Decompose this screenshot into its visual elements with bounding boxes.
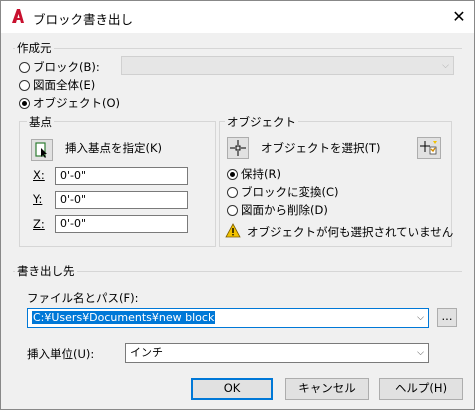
help-button[interactable]: ヘルプ(H) bbox=[379, 378, 463, 400]
pick-point-button[interactable] bbox=[31, 139, 53, 161]
file-path-combo[interactable]: C:¥Users¥Documents¥new block ⌵ bbox=[27, 308, 429, 328]
radio-retain-label: 保持(R) bbox=[241, 167, 281, 181]
radio-entire-drawing[interactable]: 図面全体(E) bbox=[19, 77, 95, 93]
y-field[interactable]: 0'-0" bbox=[55, 191, 188, 209]
radio-objects-circle bbox=[19, 97, 30, 109]
title-bar: ブロック書き出し ✕ bbox=[1, 1, 474, 33]
ok-button[interactable]: OK bbox=[191, 378, 273, 400]
radio-retain[interactable]: 保持(R) bbox=[227, 166, 281, 182]
radio-block[interactable]: ブロック(B): bbox=[19, 59, 100, 75]
insert-units-value: インチ bbox=[130, 346, 163, 359]
y-label: Y: bbox=[33, 192, 43, 206]
pick-point-icon bbox=[35, 142, 47, 158]
select-objects-label: オブジェクトを選択(T) bbox=[261, 141, 381, 155]
destination-group-label: 書き出し先 bbox=[15, 263, 77, 279]
radio-convert-circle bbox=[227, 186, 238, 198]
quick-select-icon bbox=[420, 141, 437, 155]
z-field[interactable]: 0'-0" bbox=[55, 215, 188, 233]
basepoint-group-label: 基点 bbox=[27, 114, 54, 130]
radio-delete-from-drawing[interactable]: 図面から削除(D) bbox=[227, 202, 328, 218]
radio-objects-label: オブジェクト(O) bbox=[33, 96, 121, 110]
radio-entire-drawing-circle bbox=[19, 79, 30, 91]
block-name-combo[interactable]: ⌵ bbox=[121, 56, 454, 75]
chevron-down-icon: ⌵ bbox=[442, 61, 449, 71]
quick-select-button[interactable] bbox=[417, 137, 441, 159]
source-group-label: 作成元 bbox=[15, 40, 54, 56]
file-path-label: ファイル名とパス(F): bbox=[27, 291, 139, 305]
x-field[interactable]: 0'-0" bbox=[55, 167, 188, 185]
browse-button[interactable]: ... bbox=[437, 308, 457, 327]
chevron-down-icon: ⌵ bbox=[417, 313, 424, 323]
radio-convert-label: ブロックに変換(C) bbox=[241, 185, 339, 199]
crosshair-icon bbox=[230, 140, 246, 156]
insert-units-label: 挿入単位(U): bbox=[27, 347, 95, 361]
radio-convert-to-block[interactable]: ブロックに変換(C) bbox=[227, 184, 339, 200]
file-path-value: C:¥Users¥Documents¥new block bbox=[32, 311, 216, 324]
radio-entire-drawing-label: 図面全体(E) bbox=[33, 78, 96, 92]
x-label: X: bbox=[33, 168, 45, 182]
radio-delete-circle bbox=[227, 204, 238, 216]
radio-block-circle bbox=[19, 61, 30, 73]
write-block-dialog: ブロック書き出し ✕ 作成元 ブロック(B): ⌵ 図面全体(E) オブジェクト… bbox=[0, 0, 475, 410]
z-label: Z: bbox=[33, 217, 45, 231]
select-objects-button[interactable] bbox=[227, 137, 249, 159]
radio-retain-circle bbox=[227, 168, 238, 180]
window-title: ブロック書き出し bbox=[33, 12, 134, 27]
autocad-app-icon bbox=[12, 9, 24, 23]
cancel-button[interactable]: キャンセル bbox=[285, 378, 369, 400]
chevron-down-icon: ⌵ bbox=[417, 348, 424, 358]
insert-units-combo[interactable]: インチ ⌵ bbox=[125, 343, 429, 363]
radio-block-label: ブロック(B): bbox=[33, 60, 100, 74]
objects-group-label: オブジェクト bbox=[225, 114, 298, 130]
warning-icon bbox=[225, 223, 241, 238]
warning-text: オブジェクトが何も選択されていません bbox=[247, 225, 454, 239]
radio-objects[interactable]: オブジェクト(O) bbox=[19, 95, 120, 111]
pick-point-label: 挿入基点を指定(K) bbox=[65, 141, 163, 155]
close-button[interactable]: ✕ bbox=[449, 7, 469, 27]
radio-delete-label: 図面から削除(D) bbox=[241, 203, 328, 217]
